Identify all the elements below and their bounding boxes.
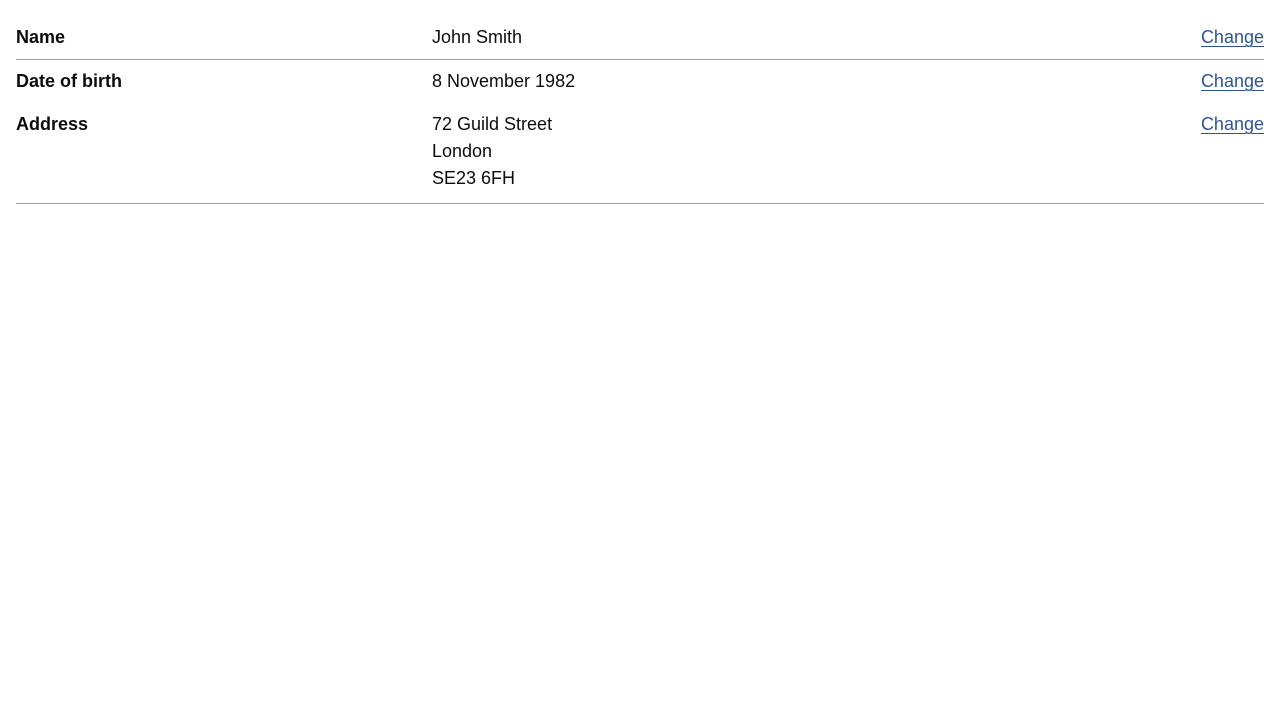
change-date-of-birth-link[interactable]: Change: [1201, 71, 1264, 91]
address-line-1: 72 Guild Street: [432, 114, 553, 134]
summary-value-name: John Smith: [432, 24, 1201, 51]
summary-actions-date-of-birth: Change: [1201, 68, 1264, 95]
summary-value-date-of-birth: 8 November 1982: [432, 68, 1201, 95]
change-address-link[interactable]: Change: [1201, 114, 1264, 134]
summary-value-address: 72 Guild Street London SE23 6FH: [432, 111, 1201, 192]
summary-value-line: John Smith: [432, 27, 523, 47]
summary-key-name: Name: [16, 27, 66, 47]
address-line-2: London: [432, 141, 493, 161]
address-line-3: SE23 6FH: [432, 168, 516, 188]
summary-value-line: 8 November 1982: [432, 71, 576, 91]
summary-list: Name John Smith Change Date of birth 8 N…: [16, 24, 1264, 204]
summary-actions-address: Change: [1201, 111, 1264, 138]
summary-key-date-of-birth: Date of birth: [16, 71, 122, 91]
summary-key-address: Address: [16, 114, 89, 134]
summary-actions-name: Change: [1201, 24, 1264, 51]
summary-row-name: Name John Smith Change: [16, 24, 1264, 60]
summary-row-address: Address 72 Guild Street London SE23 6FH …: [16, 103, 1264, 204]
change-name-link[interactable]: Change: [1201, 27, 1264, 47]
summary-row-date-of-birth: Date of birth 8 November 1982 Change: [16, 60, 1264, 103]
